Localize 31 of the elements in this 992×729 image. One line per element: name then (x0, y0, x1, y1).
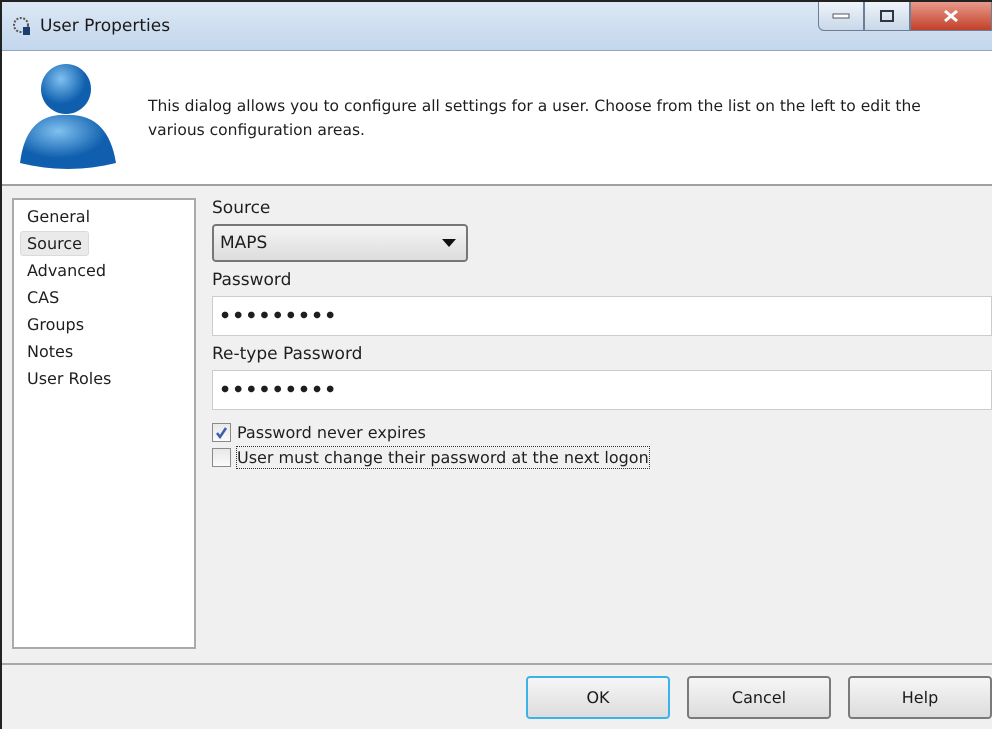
description-text: This dialog allows you to configure all settings for a user. Choose from the list on the left to edit the various configuration areas. (148, 96, 922, 140)
dialog-button[interactable]: Cancel (687, 676, 831, 718)
checkmark-icon (215, 426, 228, 439)
close-button[interactable] (910, 2, 992, 31)
source-label: Source (212, 198, 272, 218)
maximize-icon (880, 10, 894, 22)
retype-password-label: Re-type Password (212, 344, 364, 364)
password-field[interactable]: ••••••••• (212, 296, 992, 336)
sidebar-item[interactable]: General (20, 204, 98, 229)
sidebar-item[interactable]: User Roles (20, 366, 118, 391)
minimize-button[interactable] (818, 2, 864, 31)
retype-password-field[interactable]: ••••••••• (212, 370, 992, 410)
password-label: Password (212, 270, 292, 290)
caret-icon (442, 239, 456, 247)
minimize-icon (832, 13, 850, 19)
checkbox-label: User must change their password at the next logon (237, 447, 649, 468)
checkbox[interactable] (212, 423, 231, 442)
dialog-button[interactable]: Help (848, 676, 992, 718)
source-dropdown[interactable]: MAPS (212, 224, 468, 262)
close-icon (943, 9, 959, 23)
checkbox-label: Password never expires (237, 422, 426, 443)
maximize-button[interactable] (864, 2, 910, 31)
dialog-button[interactable]: OK (526, 676, 670, 718)
window-title: User Properties (40, 16, 170, 36)
sidebar-item[interactable]: Source (20, 231, 89, 256)
checkbox[interactable] (212, 448, 231, 467)
sidebar-item[interactable]: Notes (20, 339, 80, 364)
sidebar-item[interactable]: Groups (20, 312, 92, 337)
app-icon (12, 16, 32, 36)
sidebar-item[interactable]: Advanced (20, 258, 114, 283)
sidebar-item[interactable]: CAS (20, 285, 66, 310)
